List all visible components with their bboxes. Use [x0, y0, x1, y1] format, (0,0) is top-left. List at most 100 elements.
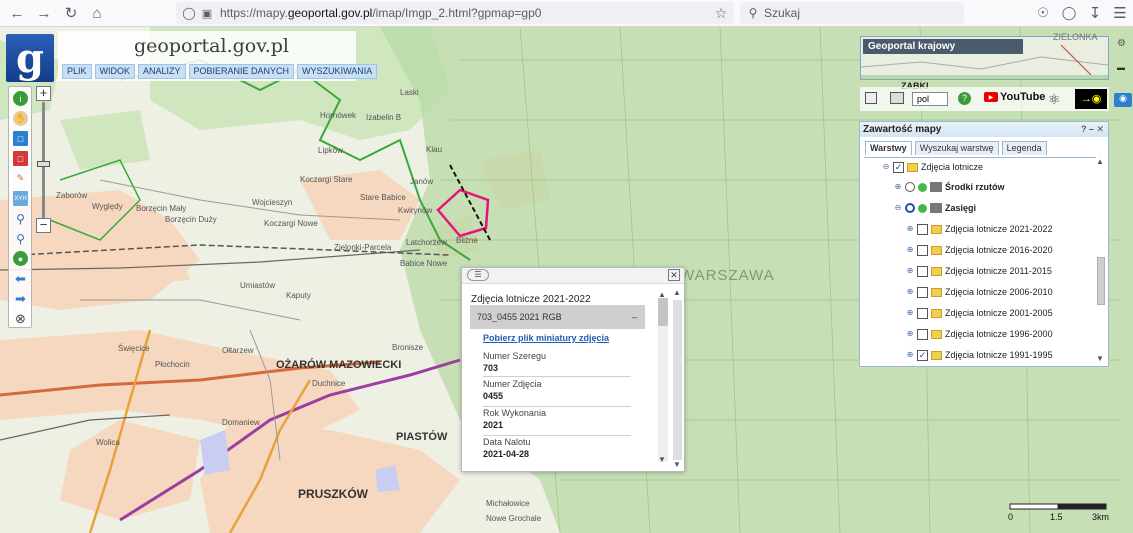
- tab-warstwy[interactable]: Warstwy: [865, 141, 912, 155]
- expand-icon[interactable]: ⊕: [906, 309, 914, 317]
- expand-icon[interactable]: ⊕: [906, 225, 914, 233]
- zoom-out-magnifier-icon[interactable]: ⚲: [13, 231, 28, 246]
- back-arrow-icon[interactable]: ←: [8, 4, 26, 22]
- language-select[interactable]: pol: [912, 92, 948, 106]
- scrollbar-thumb[interactable]: [1097, 257, 1105, 305]
- expand-icon[interactable]: ⊕: [906, 267, 914, 275]
- select-area-icon[interactable]: □: [13, 131, 28, 146]
- home-icon[interactable]: ⌂: [88, 4, 106, 22]
- tree-row-layer-2001-2005[interactable]: ⊕ Zdjęcia lotnicze 2001-2005: [906, 305, 1053, 321]
- menu-wyszukiwania[interactable]: WYSZUKIWANIA: [297, 64, 378, 79]
- bookmark-star-icon[interactable]: ☆: [712, 4, 730, 22]
- scroll-down-icon[interactable]: ▼: [673, 460, 681, 469]
- reset-tools-icon[interactable]: ⊗: [13, 311, 28, 326]
- zoom-handle[interactable]: [37, 161, 50, 167]
- popup-record-header[interactable]: 703_0455 2021 RGB –: [470, 305, 645, 329]
- shield-icon[interactable]: ◯: [180, 4, 198, 22]
- search-box[interactable]: ⚲ Szukaj: [740, 2, 964, 24]
- geoportal-logo-icon[interactable]: g: [6, 34, 54, 82]
- menu-analizy[interactable]: ANALIZY: [138, 64, 186, 79]
- tree-row-layer-2021-2022[interactable]: ⊕ Zdjęcia lotnicze 2021-2022: [906, 221, 1053, 237]
- scroll-up-icon[interactable]: ▲: [673, 288, 681, 297]
- visibility-eye-icon[interactable]: ◉: [1114, 93, 1132, 107]
- clear-selection-icon[interactable]: □: [13, 151, 28, 166]
- download-thumbnail-link[interactable]: Pobierz plik miniatury zdjęcia: [483, 333, 609, 343]
- scrollbar-thumb[interactable]: [673, 300, 682, 460]
- wms-layer-icon: [930, 203, 942, 213]
- minimize-dash-icon[interactable]: ▬: [1117, 63, 1125, 72]
- info-icon[interactable]: i: [13, 91, 28, 106]
- layer-checkbox[interactable]: [917, 286, 928, 298]
- download-icon[interactable]: ↧: [1086, 4, 1104, 22]
- globe-full-extent-icon[interactable]: ●: [13, 251, 28, 266]
- zoom-plus-button[interactable]: +: [36, 86, 51, 101]
- url-text[interactable]: https://mapy.geoportal.gov.pl/imap/Imgp_…: [220, 6, 541, 20]
- zoom-minus-button[interactable]: −: [36, 218, 51, 233]
- tree-row-layer-1996-2000[interactable]: ⊕ Zdjęcia lotnicze 1996-2000: [906, 326, 1053, 342]
- collapse-icon[interactable]: ⊖: [882, 163, 890, 171]
- tree-row-layer-2011-2015[interactable]: ⊕ Zdjęcia lotnicze 2011-2015: [906, 263, 1052, 279]
- previous-view-arrow-icon[interactable]: ⬅: [13, 271, 28, 286]
- tree-row-layer-2016-2020[interactable]: ⊕ Zdjęcia lotnicze 2016-2020: [906, 242, 1053, 258]
- gml-export-icon[interactable]: [890, 92, 904, 104]
- scroll-up-icon[interactable]: ▲: [1096, 157, 1104, 166]
- popup-scrollbar[interactable]: ▲ ▼: [671, 288, 684, 469]
- pocket-save-icon[interactable]: ☉: [1034, 4, 1052, 22]
- pencil-draw-icon[interactable]: ✎: [13, 171, 28, 186]
- scrollbar-thumb[interactable]: [658, 298, 668, 326]
- layer-checkbox[interactable]: [917, 265, 928, 277]
- expand-icon[interactable]: ⊕: [906, 351, 914, 359]
- layer-tree-scrollbar[interactable]: ▲ ▼: [1096, 157, 1106, 363]
- scroll-down-icon[interactable]: ▼: [1096, 354, 1104, 363]
- layer-checkbox[interactable]: [917, 328, 928, 340]
- tab-legenda[interactable]: Legenda: [1001, 141, 1047, 155]
- pan-hand-icon[interactable]: ✋: [13, 111, 28, 126]
- reload-icon[interactable]: ↻: [62, 4, 80, 22]
- tree-row-zasiegi[interactable]: ⊖ Zasięgi: [894, 200, 976, 216]
- scroll-down-icon[interactable]: ▼: [658, 455, 666, 464]
- menu-widok[interactable]: WIDOK: [94, 64, 136, 79]
- record-collapse-icon[interactable]: –: [632, 305, 637, 329]
- tree-row-layer-1991-1995[interactable]: ⊕ ✓ Zdjęcia lotnicze 1991-1995: [906, 347, 1053, 363]
- settings-gear-icon[interactable]: ⚙: [1117, 38, 1126, 49]
- lock-icon[interactable]: ▣: [198, 4, 216, 22]
- expand-icon[interactable]: ⊕: [906, 246, 914, 254]
- layer-radio[interactable]: [905, 203, 915, 213]
- menu-plik[interactable]: PLIK: [62, 64, 92, 79]
- layer-checkbox[interactable]: [917, 223, 928, 235]
- overview-map[interactable]: Geoportal krajowy ZIELONKA ZABKI: [860, 32, 1109, 91]
- hamburger-menu-icon[interactable]: ☰: [1111, 4, 1129, 22]
- tree-row-layer-2006-2010[interactable]: ⊕ Zdjęcia lotnicze 2006-2010: [906, 284, 1053, 300]
- zoom-in-magnifier-icon[interactable]: ⚲: [13, 211, 28, 226]
- accessibility-icon[interactable]: ⚛: [1048, 91, 1061, 108]
- address-bar[interactable]: ◯ ▣ https://mapy.geoportal.gov.pl/imap/I…: [176, 2, 734, 24]
- expand-icon[interactable]: ⊕: [894, 183, 902, 191]
- tree-row-zdjecia-lotnicze[interactable]: ⊖ ✓ Zdjęcia lotnicze: [882, 159, 983, 175]
- layer-checkbox[interactable]: ✓: [917, 349, 928, 361]
- layer-radio[interactable]: [905, 182, 915, 192]
- expand-icon[interactable]: ⊕: [906, 330, 914, 338]
- youtube-link[interactable]: ▶ YouTube: [984, 91, 1045, 103]
- tree-row-srodki-rzutow[interactable]: ⊕ Środki rzutów: [894, 179, 1005, 195]
- menu-pobieranie-danych[interactable]: POBIERANIE DANYCH: [188, 64, 295, 79]
- print-icon[interactable]: [865, 92, 877, 104]
- popup-list-icon[interactable]: ☰: [467, 269, 489, 281]
- forward-arrow-icon[interactable]: →: [35, 4, 53, 22]
- high-contrast-eye-icon[interactable]: →◉: [1075, 89, 1107, 109]
- zoom-track[interactable]: [42, 102, 45, 218]
- map-label-borzecin-maly: Borzęcin Mały: [136, 204, 186, 213]
- layer-checkbox[interactable]: [917, 307, 928, 319]
- popup-inner-scrollbar[interactable]: ▲ ▼: [658, 290, 668, 464]
- tab-wyszukaj-warstwe[interactable]: Wyszukaj warstwę: [914, 141, 999, 155]
- collapse-icon[interactable]: ⊖: [894, 204, 902, 212]
- close-icon[interactable]: ✕: [668, 269, 680, 281]
- expand-icon[interactable]: ⊕: [906, 288, 914, 296]
- shield-check-icon[interactable]: ◯: [1060, 4, 1078, 22]
- help-icon[interactable]: ?: [958, 92, 971, 105]
- panel-window-controls-icon[interactable]: ? – ✕: [1081, 122, 1104, 137]
- next-view-arrow-icon[interactable]: ➡: [13, 291, 28, 306]
- xyh-coordinates-icon[interactable]: XYH: [13, 191, 28, 206]
- layer-checkbox[interactable]: [917, 244, 928, 256]
- zoom-slider[interactable]: + −: [36, 86, 52, 234]
- layer-checkbox[interactable]: ✓: [893, 161, 904, 173]
